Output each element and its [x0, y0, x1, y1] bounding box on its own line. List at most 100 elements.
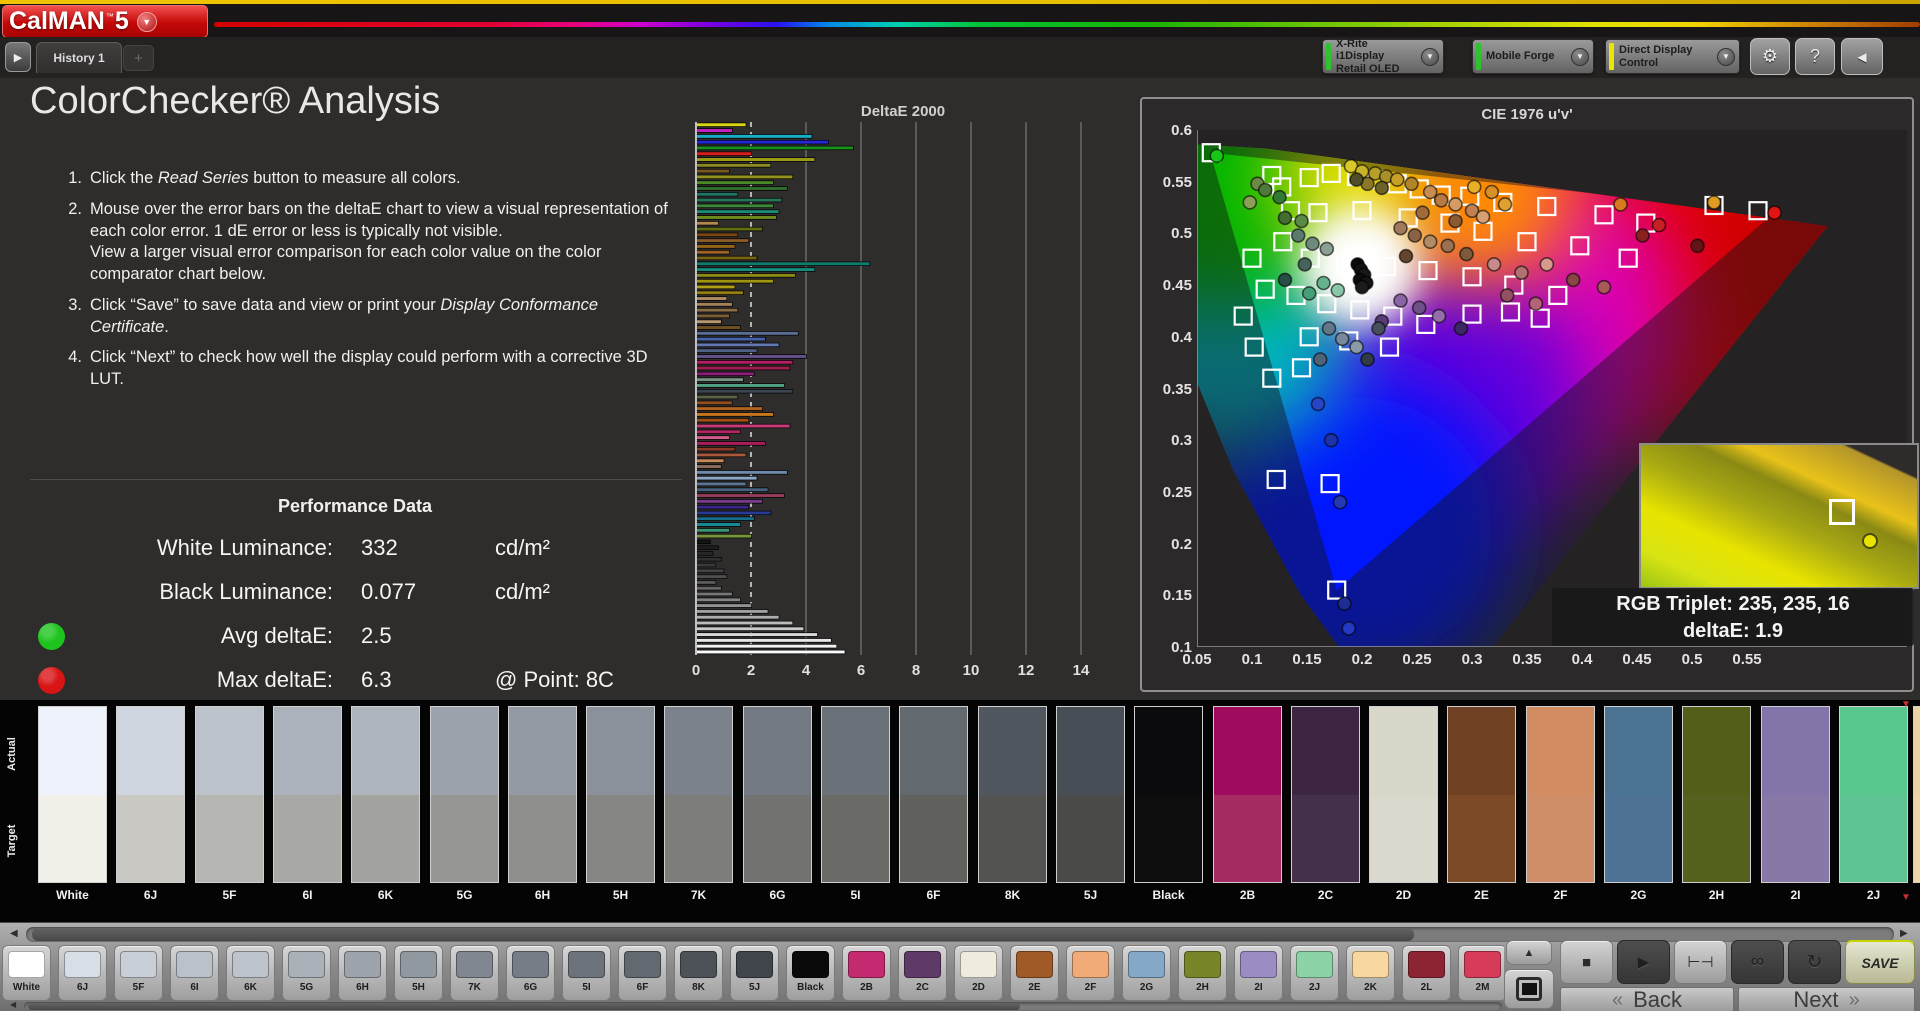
deltae-bar[interactable] [697, 424, 791, 428]
deltae-bar[interactable] [697, 360, 793, 364]
swatch-pair[interactable] [1213, 706, 1282, 883]
refresh-button[interactable]: ↻ [1788, 940, 1841, 984]
patch-button-6k[interactable]: 6K [226, 945, 275, 1001]
read-series-play-button[interactable]: ▶ [1617, 940, 1670, 984]
measured-point[interactable] [1567, 273, 1580, 286]
measured-point[interactable] [1298, 258, 1311, 271]
deltae-bar[interactable] [697, 401, 733, 405]
deltae-bar-chart[interactable]: 02468101214 [696, 122, 1110, 678]
measured-point[interactable] [1405, 177, 1418, 190]
swatch-pair[interactable] [743, 706, 812, 883]
deltae-bar[interactable] [697, 198, 782, 202]
measured-point[interactable] [1424, 235, 1437, 248]
scrollbar-left-icon[interactable]: ◀ [10, 928, 18, 939]
secondary-scrollbar-thumb[interactable] [28, 1003, 1020, 1010]
next-button[interactable]: Next » [1738, 987, 1915, 1011]
deltae-bar[interactable] [697, 563, 716, 567]
patch-button-6h[interactable]: 6H [338, 945, 387, 1001]
tab-history-1[interactable]: History 1 [36, 42, 122, 73]
strip-scroll-down-icon[interactable]: ▼ [1901, 892, 1911, 903]
patch-button-2b[interactable]: 2B [842, 945, 891, 1001]
patch-button-6g[interactable]: 6G [506, 945, 555, 1001]
scrollbar-right-icon[interactable]: ▶ [1900, 928, 1908, 939]
swatch-pair[interactable] [978, 706, 1047, 883]
deltae-bar[interactable] [697, 158, 815, 162]
deltae-bar[interactable] [697, 494, 785, 498]
patch-button-2l[interactable]: 2L [1402, 945, 1451, 1001]
help-button[interactable]: ? [1795, 38, 1835, 75]
continuous-read-button[interactable]: ∞ [1731, 940, 1784, 984]
deltae-bar[interactable] [697, 192, 738, 196]
measured-point[interactable] [1400, 250, 1413, 263]
deltae-bar[interactable] [697, 621, 793, 625]
deltae-bar[interactable] [697, 627, 804, 631]
patch-button-2d[interactable]: 2D [954, 945, 1003, 1001]
measured-point[interactable] [1336, 332, 1349, 345]
deltae-bar[interactable] [697, 384, 785, 388]
measured-point[interactable] [1243, 196, 1256, 209]
measured-point[interactable] [1708, 196, 1721, 209]
deltae-bar[interactable] [697, 227, 763, 231]
deltae-bar[interactable] [697, 598, 741, 602]
deltae-bar[interactable] [697, 407, 763, 411]
deltae-bar[interactable] [697, 331, 799, 335]
patch-button-5j[interactable]: 5J [730, 945, 779, 1001]
measured-point[interactable] [1273, 191, 1286, 204]
measured-point[interactable] [1460, 248, 1473, 261]
deltae-bar[interactable] [697, 546, 719, 550]
measured-point[interactable] [1488, 258, 1501, 271]
calman-logo[interactable]: CalMAN™5 ▼ [2, 5, 208, 38]
patch-button-5i[interactable]: 5I [562, 945, 611, 1001]
deltae-bar[interactable] [697, 245, 736, 249]
add-tab-button[interactable]: + [123, 45, 154, 71]
measured-point[interactable] [1424, 186, 1437, 199]
deltae-bar[interactable] [697, 465, 722, 469]
scrollbar2-left-icon[interactable]: ◀ [10, 1000, 16, 1009]
measured-point[interactable] [1391, 173, 1404, 186]
measured-point[interactable] [1303, 287, 1316, 300]
patch-button-white[interactable]: White [2, 945, 51, 1001]
collapse-panel-button[interactable]: ◀ [1841, 38, 1883, 75]
deltae-bar[interactable] [697, 552, 714, 556]
deltae-bar[interactable] [697, 395, 738, 399]
patch-scrollbar-thumb[interactable] [32, 928, 1414, 941]
deltae-bar[interactable] [697, 372, 755, 376]
deltae-bar[interactable] [697, 129, 733, 133]
deltae-bar[interactable] [697, 650, 846, 654]
deltae-bar[interactable] [697, 633, 818, 637]
swatch-pair[interactable] [1682, 706, 1751, 883]
deltae-bar[interactable] [697, 389, 793, 393]
measured-point[interactable] [1375, 181, 1388, 194]
deltae-bar[interactable] [697, 326, 741, 330]
deltae-bar[interactable] [697, 378, 744, 382]
strip-scroll-up-icon[interactable]: ▼ [1901, 700, 1911, 710]
meter-dropdown[interactable]: X-Rite i1Display Retail OLED ▼ [1322, 39, 1444, 74]
patch-button-2i[interactable]: 2I [1234, 945, 1283, 1001]
save-button[interactable]: SAVE [1845, 940, 1915, 984]
deltae-bar[interactable] [697, 604, 752, 608]
measured-point[interactable] [1394, 222, 1407, 235]
patch-button-6i[interactable]: 6I [170, 945, 219, 1001]
measured-point[interactable] [1768, 206, 1781, 219]
swatch-pair[interactable] [351, 706, 420, 883]
deltae-bar[interactable] [697, 436, 730, 440]
swatch-pair[interactable] [664, 706, 733, 883]
deltae-bar[interactable] [697, 187, 788, 191]
measured-point[interactable] [1408, 229, 1421, 242]
swatch-pair[interactable] [273, 706, 342, 883]
deltae-bar[interactable] [697, 488, 769, 492]
measured-point[interactable] [1540, 258, 1553, 271]
measured-point[interactable] [1468, 180, 1481, 193]
deltae-bar[interactable] [697, 134, 813, 138]
measured-point[interactable] [1485, 186, 1498, 199]
measured-point[interactable] [1499, 198, 1512, 211]
measured-point[interactable] [1323, 322, 1336, 335]
measured-point[interactable] [1372, 322, 1385, 335]
deltae-bar[interactable] [697, 308, 738, 312]
measured-point[interactable] [1295, 215, 1308, 228]
deltae-bar[interactable] [697, 639, 832, 643]
measured-point[interactable] [1433, 310, 1446, 323]
deltae-bar[interactable] [697, 459, 725, 463]
patch-button-2f[interactable]: 2F [1066, 945, 1115, 1001]
measured-point[interactable] [1325, 434, 1338, 447]
